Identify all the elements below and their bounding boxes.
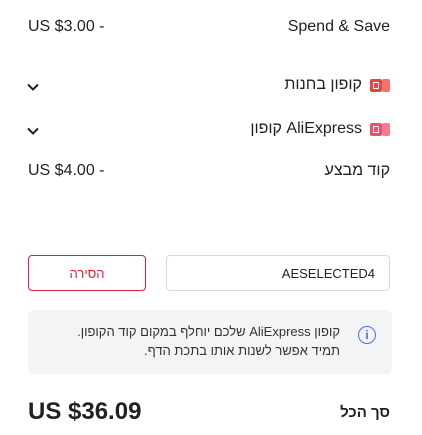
remove-code-button[interactable]: הסירה <box>28 255 146 291</box>
aliexpress-coupon: AliExpress קופון <box>250 120 390 138</box>
promo-code-discount: US $4.00 - <box>28 162 105 179</box>
info-notice: קופון AliExpress שלכם יוחלף במקום קוד הק… <box>28 310 392 374</box>
spend-save-row: US $3.00 - Spend & Save <box>0 18 422 48</box>
total-amount: US $36.09 <box>28 398 142 425</box>
chevron-down-icon[interactable] <box>26 124 40 138</box>
info-text: קופון AliExpress שלכם יוחלף במקום קוד הק… <box>77 324 340 358</box>
coupon-icon <box>370 122 390 136</box>
spend-save-label: Spend & Save <box>287 18 390 35</box>
aliexpress-coupon-row[interactable]: AliExpress קופון <box>0 120 422 150</box>
store-coupon: קופון בחנות <box>284 76 390 94</box>
coupon-icon <box>370 78 390 92</box>
aliexpress-coupon-label: AliExpress קופון <box>250 120 362 137</box>
total-label: סך הכל <box>340 404 390 421</box>
info-icon: i <box>358 326 376 344</box>
spend-save-discount: US $3.00 - <box>28 18 105 35</box>
promo-code-row: US $4.00 - קוד מבצע <box>0 162 422 192</box>
chevron-down-icon[interactable] <box>26 80 40 94</box>
store-coupon-row[interactable]: קופון בחנות <box>0 76 422 106</box>
promo-code-field[interactable]: AESELECTED4 <box>166 255 390 291</box>
store-coupon-label: קופון בחנות <box>284 76 362 93</box>
promo-code-label: קוד מבצע <box>324 162 391 179</box>
